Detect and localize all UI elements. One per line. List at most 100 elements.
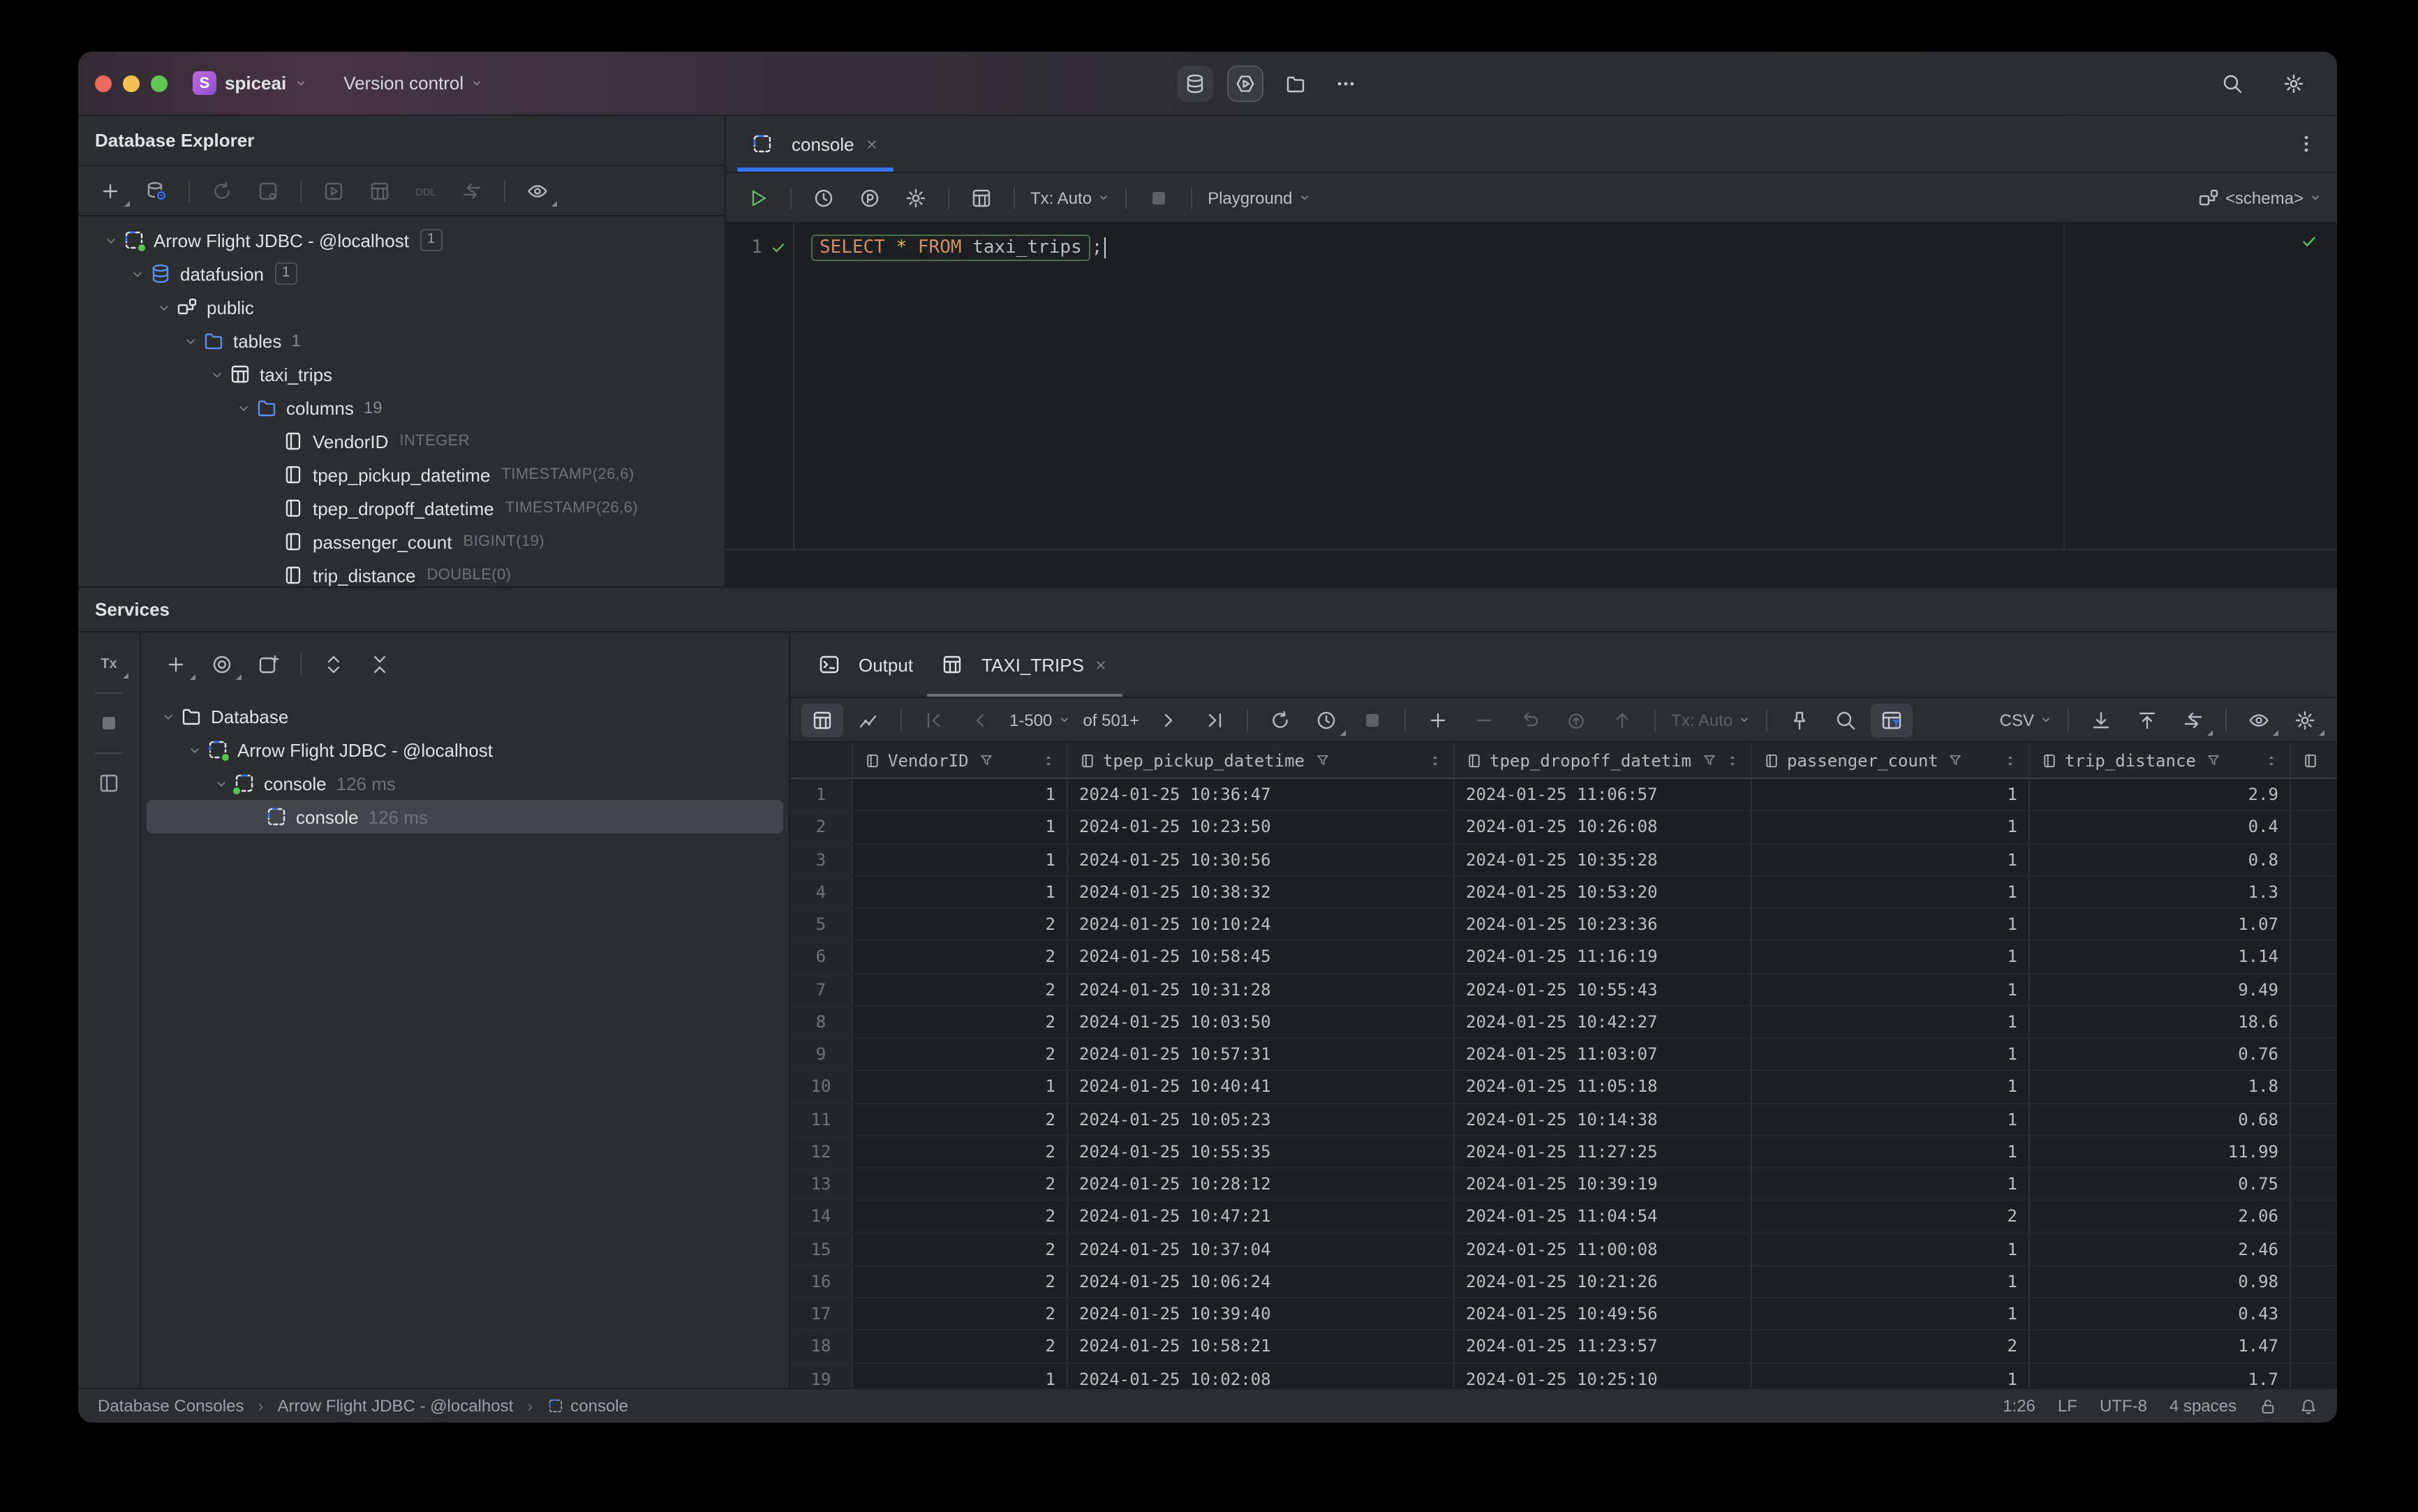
view-options-button[interactable] [517, 174, 558, 207]
cell-tpep-pickup-datetime[interactable]: 2024-01-25 10:40:41 [1068, 1071, 1455, 1102]
cell-tpep-dropoff-datetime[interactable]: 2024-01-25 10:42:27 [1455, 1006, 1752, 1037]
cell-tpep-dropoff-datetime[interactable]: 2024-01-25 11:27:25 [1455, 1136, 1752, 1167]
cell-tpep-dropoff-datetime[interactable]: 2024-01-25 11:06:57 [1455, 779, 1752, 810]
stop-button[interactable] [1138, 181, 1180, 214]
cell-passenger-count[interactable]: 1 [1752, 1104, 2030, 1135]
cell-tpep-dropoff-datetime[interactable]: 2024-01-25 10:26:08 [1455, 811, 1752, 843]
table-row-15[interactable]: 15 2 2024-01-25 10:37:04 2024-01-25 11:00:0… [790, 1233, 2337, 1266]
cell-tpep-pickup-datetime[interactable]: 2024-01-25 10:31:28 [1068, 974, 1455, 1005]
cell-trip-distance[interactable]: 2.46 [2030, 1233, 2291, 1265]
cell-tpep-pickup-datetime[interactable]: 2024-01-25 10:39:40 [1068, 1298, 1455, 1330]
close-window-button[interactable] [95, 75, 112, 91]
cell-trip-distance[interactable]: 2.9 [2030, 779, 2291, 810]
bell-icon[interactable] [2299, 1397, 2317, 1415]
cell-tpep-dropoff-datetime[interactable]: 2024-01-25 10:55:43 [1455, 974, 1752, 1005]
cell-vendorid[interactable]: 2 [853, 1298, 1068, 1330]
cell-trip-distance[interactable]: 0.76 [2030, 1039, 2291, 1070]
layout-icon[interactable] [88, 766, 130, 800]
export-data-button[interactable] [2126, 703, 2168, 736]
stop-icon[interactable] [88, 706, 130, 740]
transaction-mode-selector[interactable]: Tx: Auto [1026, 181, 1114, 214]
open-ddl-button[interactable] [405, 174, 447, 207]
cell-passenger-count[interactable]: 1 [1752, 974, 2030, 1005]
project-selector[interactable]: S spiceai [193, 71, 307, 95]
cell-tpep-dropoff-datetime[interactable]: 2024-01-25 10:35:28 [1455, 844, 1752, 875]
cell-tpep-pickup-datetime[interactable]: 2024-01-25 10:58:21 [1068, 1331, 1455, 1362]
sql-editor[interactable]: 1 SELECT * FROM taxi_trips ; [726, 223, 2337, 586]
last-page-button[interactable] [1194, 703, 1236, 736]
cell-passenger-count[interactable]: 1 [1752, 1363, 2030, 1388]
cell-passenger-count[interactable]: 1 [1752, 876, 2030, 907]
cell-vendorid[interactable]: 2 [853, 974, 1068, 1005]
cell-tpep-dropoff-datetime[interactable]: 2024-01-25 11:05:18 [1455, 1071, 1752, 1102]
export-format-selector[interactable]: CSV [1996, 703, 2056, 736]
column-header-passenger-count[interactable]: passenger_count [1752, 743, 2030, 778]
cell-tpep-dropoff-datetime[interactable]: 2024-01-25 11:16:19 [1455, 941, 1752, 972]
table-row-17[interactable]: 17 2 2024-01-25 10:39:40 2024-01-25 10:49:5… [790, 1298, 2337, 1331]
tree-item-tpep-pickup-datetime[interactable]: tpep_pickup_datetime TIMESTAMP(26,6) [78, 458, 725, 491]
table-row-6[interactable]: 6 2 2024-01-25 10:58:45 2024-01-25 11:16:19… [790, 941, 2337, 974]
cell-tpep-dropoff-datetime[interactable]: 2024-01-25 11:04:54 [1455, 1201, 1752, 1232]
cell-trip-distance[interactable]: 2.06 [2030, 1201, 2291, 1232]
cell-passenger-count[interactable]: 2 [1752, 1201, 2030, 1232]
cell-tpep-pickup-datetime[interactable]: 2024-01-25 10:23:50 [1068, 811, 1455, 843]
cell-passenger-count[interactable]: 1 [1752, 811, 2030, 843]
tree-item-trip-distance[interactable]: trip_distance DOUBLE(0) [78, 558, 725, 586]
revert-changes-button[interactable] [1509, 703, 1551, 736]
chart-view-toggle[interactable] [847, 703, 889, 736]
cell-passenger-count[interactable]: 1 [1752, 1071, 2030, 1102]
cell-tpep-dropoff-datetime[interactable]: 2024-01-25 10:39:19 [1455, 1169, 1752, 1200]
breadcrumb[interactable]: Database Consoles [98, 1396, 244, 1416]
cell-tpep-pickup-datetime[interactable]: 2024-01-25 10:06:24 [1068, 1266, 1455, 1297]
cell-vendorid[interactable]: 2 [853, 941, 1068, 972]
tree-item-console[interactable]: console 126 ms [147, 800, 783, 833]
table-row-9[interactable]: 9 2 2024-01-25 10:57:31 2024-01-25 11:03:07… [790, 1039, 2337, 1072]
find-in-grid-button[interactable] [1825, 703, 1867, 736]
caret-position[interactable]: 1:26 [2003, 1396, 2035, 1416]
cell-vendorid[interactable]: 1 [853, 844, 1068, 875]
cell-passenger-count[interactable]: 1 [1752, 1136, 2030, 1167]
cell-trip-distance[interactable]: 0.68 [2030, 1104, 2291, 1135]
page-size-selector[interactable]: 1-500 [1005, 703, 1074, 736]
cell-vendorid[interactable]: 2 [853, 1006, 1068, 1037]
inspection-ok-icon[interactable] [2301, 233, 2317, 254]
tree-item-public[interactable]: public [78, 290, 725, 324]
cell-tpep-pickup-datetime[interactable]: 2024-01-25 10:55:35 [1068, 1136, 1455, 1167]
cell-tpep-pickup-datetime[interactable]: 2024-01-25 10:05:23 [1068, 1104, 1455, 1135]
reload-data-button[interactable] [1259, 703, 1301, 736]
project-files-button[interactable] [1277, 65, 1314, 101]
cell-vendorid[interactable]: 1 [853, 1363, 1068, 1388]
cell-passenger-count[interactable]: 1 [1752, 844, 2030, 875]
query-history-button[interactable] [803, 181, 845, 214]
column-header-trip-distance[interactable]: trip_distance [2030, 743, 2291, 778]
parameters-button[interactable] [849, 181, 891, 214]
grid-settings-button[interactable] [2284, 703, 2326, 736]
cell-trip-distance[interactable]: 1.3 [2030, 876, 2291, 907]
cell-vendorid[interactable]: 1 [853, 876, 1068, 907]
cell-vendorid[interactable]: 2 [853, 1266, 1068, 1297]
more-actions-button[interactable] [1328, 65, 1364, 101]
new-datasource-button[interactable] [89, 174, 131, 207]
open-data-button[interactable] [359, 174, 401, 207]
grid-view-toggle[interactable] [801, 703, 843, 736]
sort-control[interactable] [1033, 753, 1055, 767]
table-row-10[interactable]: 10 1 2024-01-25 10:40:41 2024-01-25 11:05:1… [790, 1071, 2337, 1104]
table-row-1[interactable]: 1 1 2024-01-25 10:36:47 2024-01-25 11:06:57… [790, 779, 2337, 812]
grid-view-options-button[interactable] [2238, 703, 2280, 736]
cell-trip-distance[interactable]: 18.6 [2030, 1006, 2291, 1037]
cell-vendorid[interactable]: 2 [853, 1104, 1068, 1135]
cell-passenger-count[interactable]: 1 [1752, 941, 2030, 972]
import-data-button[interactable] [2080, 703, 2122, 736]
group-by-button[interactable] [201, 648, 243, 681]
cell-tpep-pickup-datetime[interactable]: 2024-01-25 10:10:24 [1068, 909, 1455, 940]
cell-trip-distance[interactable]: 1.07 [2030, 909, 2291, 940]
cell-trip-distance[interactable]: 0.43 [2030, 1298, 2291, 1330]
unlock-icon[interactable] [2259, 1397, 2277, 1415]
close-icon[interactable] [864, 136, 880, 151]
open-console-button[interactable] [313, 174, 355, 207]
table-row-14[interactable]: 14 2 2024-01-25 10:47:21 2024-01-25 11:04:5… [790, 1201, 2337, 1233]
execute-button[interactable] [737, 181, 779, 214]
tab-output[interactable]: Output [804, 632, 927, 697]
table-row-13[interactable]: 13 2 2024-01-25 10:28:12 2024-01-25 10:39:1… [790, 1169, 2337, 1201]
cell-trip-distance[interactable]: 0.98 [2030, 1266, 2291, 1297]
